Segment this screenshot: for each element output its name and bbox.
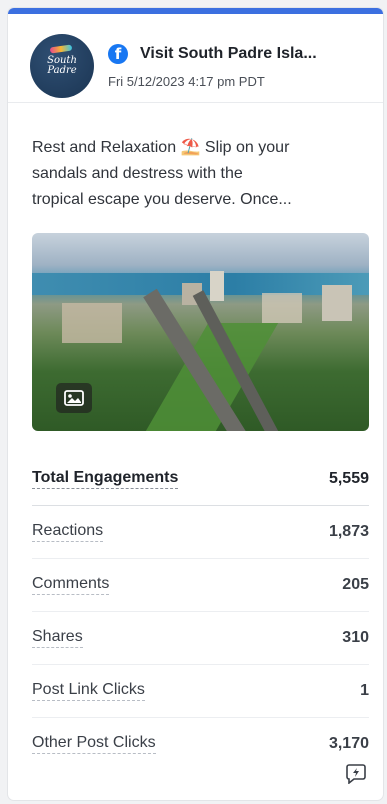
accent-bar xyxy=(8,8,383,14)
metric-comments: Comments 205 xyxy=(32,559,369,612)
metric-shares: Shares 310 xyxy=(32,612,369,665)
logo-stripes xyxy=(49,44,73,54)
metric-label[interactable]: Total Engagements xyxy=(32,469,179,489)
metric-total-engagements: Total Engagements 5,559 xyxy=(32,453,369,506)
image-icon xyxy=(56,383,92,413)
metric-value: 310 xyxy=(342,629,369,646)
avatar-logo-text: South Padre xyxy=(47,55,77,76)
metric-label[interactable]: Other Post Clicks xyxy=(32,734,156,754)
metric-label[interactable]: Post Link Clicks xyxy=(32,681,145,701)
boost-icon[interactable] xyxy=(345,762,367,785)
post-caption: Rest and Relaxation ⛱️ Slip on your sand… xyxy=(32,139,292,208)
metric-value: 5,559 xyxy=(328,470,369,487)
metric-value: 3,170 xyxy=(328,735,369,752)
facebook-icon: f xyxy=(108,43,128,64)
post-card: South Padre f Visit South Padre Isla... F… xyxy=(8,8,383,800)
metric-label[interactable]: Comments xyxy=(32,575,110,595)
post-meta: f Visit South Padre Isla... Fri 5/12/202… xyxy=(108,43,369,89)
metric-post-link-clicks: Post Link Clicks 1 xyxy=(32,665,369,718)
metric-value: 205 xyxy=(342,576,369,593)
metric-reactions: Reactions 1,873 xyxy=(32,506,369,559)
metric-label[interactable]: Shares xyxy=(32,628,83,648)
umbrella-emoji: ⛱️ xyxy=(180,139,201,156)
metric-other-post-clicks: Other Post Clicks 3,170 xyxy=(32,718,369,770)
engagement-metrics: Total Engagements 5,559 Reactions 1,873 … xyxy=(32,453,369,770)
avatar[interactable]: South Padre xyxy=(30,34,94,98)
post-image[interactable] xyxy=(32,233,369,431)
metric-label[interactable]: Reactions xyxy=(32,522,104,542)
page-name[interactable]: Visit South Padre Isla... xyxy=(140,45,317,63)
post-date: Fri 5/12/2023 4:17 pm PDT xyxy=(108,73,265,89)
post-header: South Padre f Visit South Padre Isla... F… xyxy=(8,30,383,103)
metric-value: 1 xyxy=(360,682,369,699)
metric-value: 1,873 xyxy=(328,523,369,540)
